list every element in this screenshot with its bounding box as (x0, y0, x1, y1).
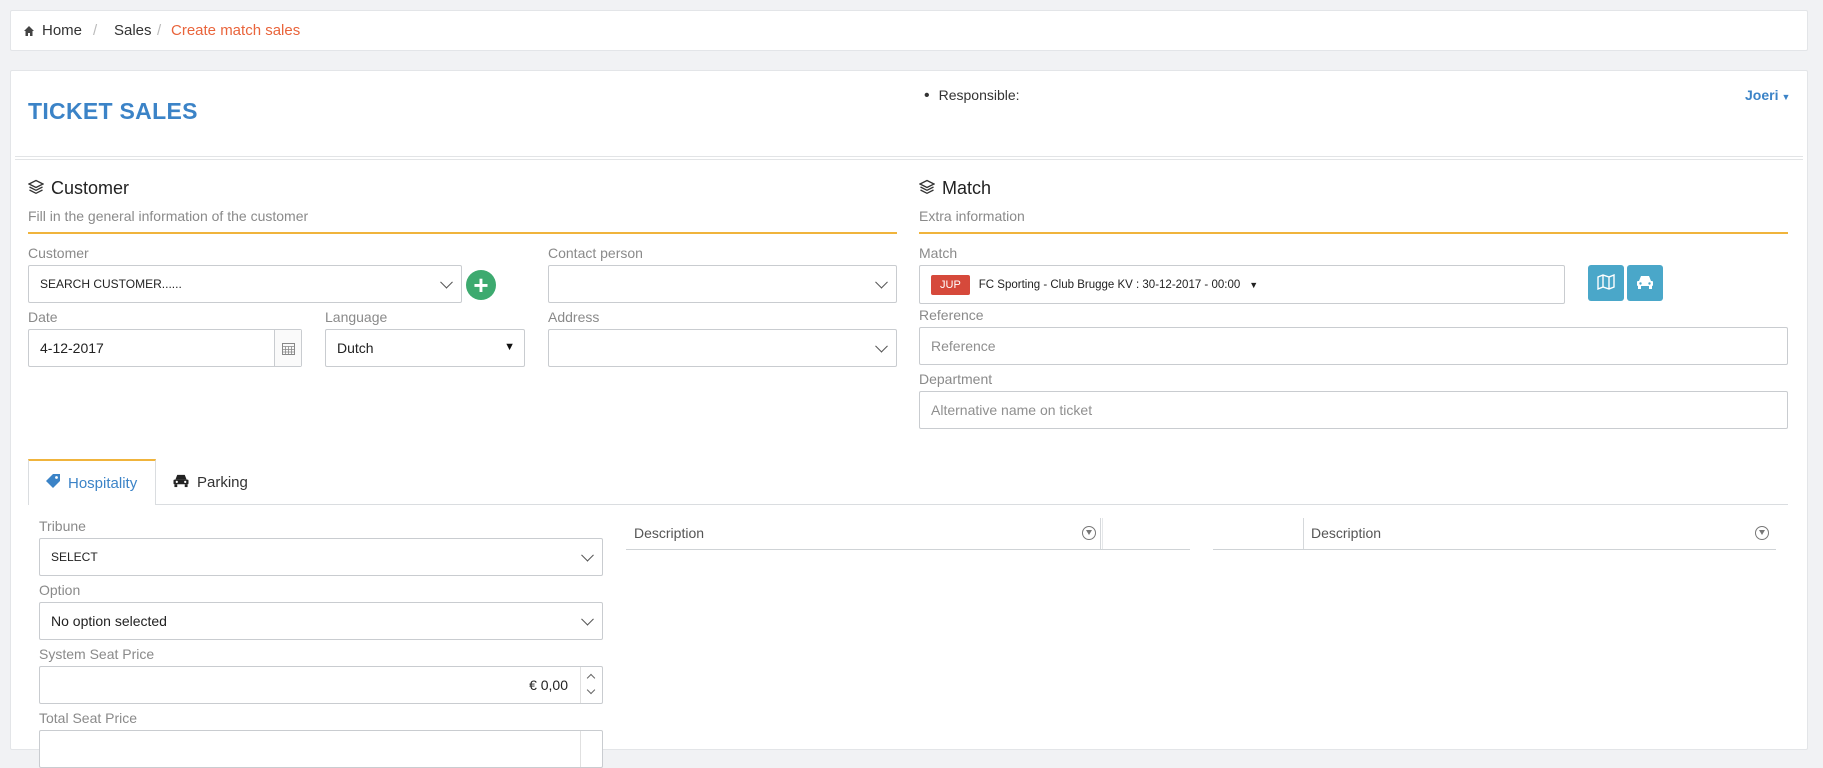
page-title: TICKET SALES (28, 98, 198, 124)
caret-down-icon: ▼ (504, 341, 515, 353)
add-customer-button[interactable]: + (466, 270, 496, 300)
language-select[interactable]: Dutch ▼ (325, 329, 525, 367)
column-divider (1102, 518, 1103, 549)
calendar-icon[interactable] (274, 330, 301, 366)
total-seat-price-input[interactable] (39, 730, 603, 768)
match-section-header: Match (918, 178, 992, 199)
department-input[interactable]: Alternative name on ticket (919, 391, 1788, 429)
customer-select-value: SEARCH CUSTOMER...... (40, 277, 182, 291)
transport-button[interactable] (1627, 265, 1663, 301)
breadcrumb: Home / Sales / Create match sales (10, 10, 1808, 51)
match-section-title: Match (942, 178, 992, 198)
map-button[interactable] (1588, 265, 1624, 301)
divider (15, 156, 1803, 160)
plus-icon: + (473, 270, 489, 300)
breadcrumb-current: Create match sales (171, 22, 301, 39)
car-icon (172, 473, 190, 492)
language-value: Dutch (337, 340, 374, 356)
tabs-baseline (28, 504, 1788, 505)
tab-hospitality[interactable]: Hospitality (28, 459, 156, 505)
filter-icon[interactable] (1755, 526, 1769, 540)
column-divider (1303, 518, 1304, 549)
caret-down-icon: ▼ (1781, 92, 1791, 102)
user-menu[interactable]: Joeri ▼ (1745, 87, 1790, 103)
option-select[interactable]: No option selected (39, 602, 603, 640)
breadcrumb-separator: / (93, 22, 98, 39)
customer-label: Customer (28, 245, 89, 261)
department-placeholder: Alternative name on ticket (931, 402, 1093, 418)
customer-section-title: Customer (51, 178, 130, 198)
customer-section-header: Customer (27, 178, 130, 199)
right-grid-description-header[interactable]: Description (1311, 525, 1381, 541)
match-section-underline (919, 232, 1788, 234)
match-value: FC Sporting - Club Brugge KV : 30-12-201… (978, 278, 1241, 291)
chevron-down-icon (875, 275, 888, 289)
car-icon (1636, 274, 1654, 293)
language-label: Language (325, 309, 388, 325)
address-select[interactable] (548, 329, 897, 367)
tab-hospitality-label: Hospitality (68, 474, 138, 492)
match-badge: JUP (931, 274, 970, 295)
tribune-value: SELECT (51, 550, 98, 564)
tag-icon (45, 473, 61, 493)
reference-input[interactable]: Reference (919, 327, 1788, 365)
address-label: Address (548, 309, 600, 325)
system-seat-price-input[interactable]: € 0,00 (39, 666, 603, 704)
option-value: No option selected (51, 613, 167, 629)
system-seat-price-label: System Seat Price (39, 646, 155, 662)
spin-down-icon[interactable] (586, 685, 596, 695)
contact-person-select[interactable] (548, 265, 897, 303)
date-value: 4-12-2017 (40, 340, 104, 356)
contact-person-label: Contact person (548, 245, 643, 261)
responsible-label: Responsible: (924, 87, 1020, 105)
left-grid-description-header[interactable]: Description (634, 525, 704, 541)
date-field[interactable]: 4-12-2017 (28, 329, 302, 367)
breadcrumb-sales[interactable]: Sales (114, 22, 152, 39)
customer-section-underline (28, 232, 897, 234)
layers-icon (918, 179, 936, 198)
breadcrumb-home[interactable]: Home (42, 22, 82, 39)
reference-label: Reference (919, 307, 984, 323)
spin-up-icon[interactable] (586, 673, 596, 683)
filter-icon[interactable] (1082, 526, 1096, 540)
chevron-down-icon (875, 339, 888, 353)
system-seat-price-value: € 0,00 (529, 677, 568, 693)
date-label: Date (28, 309, 58, 325)
chevron-down-icon (440, 275, 453, 289)
option-label: Option (39, 582, 81, 598)
breadcrumb-separator: / (157, 22, 162, 39)
caret-down-icon: ▼ (1249, 279, 1259, 290)
customer-select[interactable]: SEARCH CUSTOMER...... (28, 265, 462, 303)
match-section-subtitle: Extra information (919, 208, 1025, 224)
customer-section-subtitle: Fill in the general information of the c… (28, 208, 309, 224)
home-icon[interactable] (23, 24, 35, 40)
user-name: Joeri (1745, 87, 1779, 103)
total-seat-price-label: Total Seat Price (39, 710, 138, 726)
reference-placeholder: Reference (931, 338, 996, 354)
map-icon (1597, 273, 1615, 293)
column-divider (1100, 518, 1101, 549)
number-spinner[interactable] (580, 667, 602, 703)
chevron-down-icon (581, 548, 594, 562)
match-select[interactable]: JUP FC Sporting - Club Brugge KV : 30-12… (919, 265, 1565, 304)
layers-icon (27, 179, 45, 198)
right-grid-header: Description (1213, 518, 1776, 550)
match-label: Match (919, 245, 958, 261)
tribune-label: Tribune (39, 518, 86, 534)
department-label: Department (919, 371, 993, 387)
tab-parking-label: Parking (197, 473, 248, 491)
number-spinner[interactable] (580, 731, 602, 767)
chevron-down-icon (581, 612, 594, 626)
tab-parking[interactable]: Parking (156, 459, 264, 505)
left-grid-header: Description (626, 518, 1190, 550)
tribune-select[interactable]: SELECT (39, 538, 603, 576)
